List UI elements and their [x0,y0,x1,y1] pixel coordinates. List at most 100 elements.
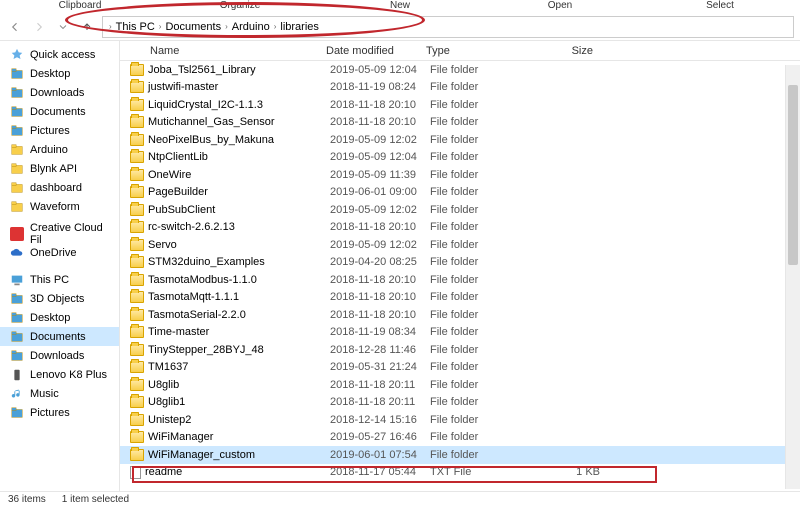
file-name: NeoPixelBus_by_Makuna [148,134,274,146]
file-row[interactable]: readme2018-11-17 05:44TXT File1 KB [120,464,800,482]
file-date: 2019-04-20 08:25 [330,256,430,268]
file-name: Joba_Tsl2561_Library [148,64,256,76]
file-row[interactable]: NtpClientLib2019-05-09 12:04File folder [120,149,800,167]
sidebar-item-documents[interactable]: Documents [0,327,119,346]
sidebar-item-label: Documents [30,106,86,118]
file-row[interactable]: Time-master2018-11-19 08:34File folder [120,324,800,342]
back-button[interactable] [6,18,24,36]
scrollbar-thumb[interactable] [788,85,798,265]
file-row[interactable]: U8glib2018-11-18 20:11File folder [120,376,800,394]
header-size[interactable]: Size [510,45,600,57]
file-date: 2018-11-18 20:10 [330,309,430,321]
file-row[interactable]: TinyStepper_28BYJ_482018-12-28 11:46File… [120,341,800,359]
download-icon [10,86,24,100]
sidebar-item-desktop[interactable]: Desktop [0,64,119,83]
sidebar-item-desktop[interactable]: Desktop [0,308,119,327]
sidebar-item-arduino[interactable]: Arduino [0,140,119,159]
file-row[interactable]: Joba_Tsl2561_Library2019-05-09 12:04File… [120,61,800,79]
sidebar-item-onedrive[interactable]: OneDrive [0,243,119,262]
file-name: STM32duino_Examples [148,256,265,268]
folder-icon [130,134,144,146]
file-row[interactable]: WiFiManager2019-05-27 16:46File folder [120,429,800,447]
ribbon-group: Clipboard [0,0,160,13]
breadcrumb-label: This PC [116,21,155,33]
file-name: WiFiManager [148,431,213,443]
sidebar-item-blynk-api[interactable]: Blynk API [0,159,119,178]
breadcrumb-segment[interactable]: ›This PC [109,21,155,33]
header-type[interactable]: Type [420,45,510,57]
file-name: TinyStepper_28BYJ_48 [148,344,264,356]
file-row[interactable]: TasmotaModbus-1.1.02018-11-18 20:10File … [120,271,800,289]
sidebar-item-quick-access[interactable]: Quick access [0,45,119,64]
sidebar-item-label: Documents [30,331,86,343]
address-bar-row: ›This PC ›Documents ›Arduino ›libraries [0,13,800,41]
sidebar-item-music[interactable]: Music [0,384,119,403]
file-name: rc-switch-2.6.2.13 [148,221,235,233]
file-date: 2018-11-18 20:11 [330,396,430,408]
sidebar-item-label: Pictures [30,125,70,137]
file-row[interactable]: STM32duino_Examples 2019-04-20 08:25File … [120,254,800,272]
file-row[interactable]: Unistep22018-12-14 15:16File folder [120,411,800,429]
file-row[interactable]: PageBuilder2019-06-01 09:00File folder [120,184,800,202]
file-row[interactable]: TasmotaSerial-2.2.02018-11-18 20:10File … [120,306,800,324]
file-date: 2018-11-18 20:10 [330,116,430,128]
file-row[interactable]: PubSubClient2019-05-09 12:02File folder [120,201,800,219]
file-row[interactable]: LiquidCrystal_I2C-1.1.32018-11-18 20:10F… [120,96,800,114]
sidebar-item-pictures[interactable]: Pictures [0,403,119,422]
sidebar-item-dashboard[interactable]: dashboard [0,178,119,197]
file-type: TXT File [430,466,520,478]
column-headers[interactable]: Name Date modified Type Size [120,41,800,61]
file-name: LiquidCrystal_I2C-1.1.3 [148,99,263,111]
up-button[interactable] [78,18,96,36]
folder-icon [130,431,144,443]
sidebar-item-label: 3D Objects [30,293,84,305]
file-type: File folder [430,256,520,268]
file-row[interactable]: TM16372019-05-31 21:24File folder [120,359,800,377]
file-date: 2018-11-18 20:10 [330,221,430,233]
sidebar-item-3d-objects[interactable]: 3D Objects [0,289,119,308]
file-name: TasmotaModbus-1.1.0 [148,274,257,286]
header-date[interactable]: Date modified [320,45,420,57]
ribbon-group: New [320,0,480,13]
sidebar-item-waveform[interactable]: Waveform [0,197,119,216]
file-row[interactable]: justwifi-master2018-11-19 08:24File fold… [120,79,800,97]
folder-icon [130,309,144,321]
file-row[interactable]: WiFiManager_custom2019-06-01 07:54File f… [120,446,800,464]
recent-locations-button[interactable] [54,18,72,36]
file-row[interactable]: OneWire2019-05-09 11:39File folder [120,166,800,184]
file-name: Mutichannel_Gas_Sensor [148,116,275,128]
forward-button[interactable] [30,18,48,36]
chevron-right-icon: › [159,22,162,31]
sidebar-item-pictures[interactable]: Pictures [0,121,119,140]
file-type: File folder [430,99,520,111]
status-bar: 36 items 1 item selected [0,491,800,507]
file-name: justwifi-master [148,81,218,93]
file-date: 2018-12-14 15:16 [330,414,430,426]
file-row[interactable]: rc-switch-2.6.2.132018-11-18 20:10File f… [120,219,800,237]
vertical-scrollbar[interactable] [785,65,800,489]
folder-icon [130,256,144,268]
breadcrumb-segment[interactable]: ›Documents [159,21,221,33]
header-name[interactable]: Name [120,45,320,57]
file-row[interactable]: Mutichannel_Gas_Sensor2018-11-18 20:10Fi… [120,114,800,132]
file-row[interactable]: Servo2019-05-09 12:02File folder [120,236,800,254]
breadcrumb-segment[interactable]: ›libraries [274,21,319,33]
sidebar-item-downloads[interactable]: Downloads [0,83,119,102]
file-row[interactable]: U8glib12018-11-18 20:11File folder [120,394,800,412]
desktop-icon [10,311,24,325]
file-row[interactable]: NeoPixelBus_by_Makuna2019-05-09 12:02Fil… [120,131,800,149]
sidebar-item-downloads[interactable]: Downloads [0,346,119,365]
sidebar-item-documents[interactable]: Documents [0,102,119,121]
file-size: 1 KB [520,466,610,478]
sidebar-item-this-pc[interactable]: This PC [0,270,119,289]
star-icon [10,48,24,62]
breadcrumb[interactable]: ›This PC ›Documents ›Arduino ›libraries [102,16,794,38]
ribbon-group-labels: Clipboard Organize New Open Select [0,0,800,13]
breadcrumb-segment[interactable]: ›Arduino [225,21,270,33]
file-row[interactable]: TasmotaMqtt-1.1.12018-11-18 20:10File fo… [120,289,800,307]
file-date: 2019-05-09 12:02 [330,204,430,216]
folder-icon [130,186,144,198]
navigation-pane: Quick accessDesktopDownloadsDocumentsPic… [0,41,120,491]
sidebar-item-creative-cloud-fil[interactable]: Creative Cloud Fil [0,224,119,243]
sidebar-item-lenovo-k8-plus[interactable]: Lenovo K8 Plus [0,365,119,384]
